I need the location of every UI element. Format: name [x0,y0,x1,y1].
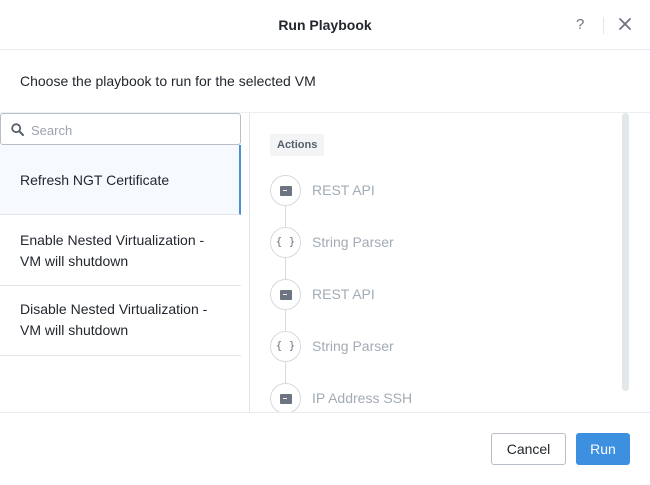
search-box[interactable] [0,113,241,145]
action-step: REST API [270,175,570,207]
action-step-node [270,383,301,412]
dialog-subtitle: Choose the playbook to run for the selec… [20,73,316,89]
dialog-header: Run Playbook ? [0,0,650,50]
terminal-icon [280,186,292,196]
action-step-node [270,175,301,206]
playbook-item-label: Disable Nested Virtualization - VM will … [20,301,208,338]
action-step: { } String Parser [270,227,570,259]
terminal-icon [280,394,292,404]
close-icon[interactable] [617,16,633,32]
action-step-label: IP Address SSH [312,390,413,406]
action-step-label: REST API [312,182,375,198]
action-step: IP Address SSH [270,383,570,412]
search-icon [11,123,24,136]
action-step-node: { } [270,227,301,258]
run-playbook-dialog: Run Playbook ? Choose the playbook to ru… [0,0,650,485]
run-button[interactable]: Run [576,433,630,465]
playbook-list-panel: Refresh NGT Certificate Enable Nested Vi… [0,113,241,412]
action-step: REST API [270,279,570,311]
braces-icon: { } [275,339,296,352]
search-input[interactable] [31,120,231,140]
braces-icon: { } [275,235,296,248]
header-separator [603,17,604,34]
action-step-label: REST API [312,286,375,302]
terminal-icon [280,290,292,300]
action-step-node: { } [270,331,301,362]
dialog-title: Run Playbook [278,17,372,33]
action-step-node [270,279,301,310]
actions-panel: Actions REST API { } String Parser REST … [250,113,650,412]
playbook-item-label: Enable Nested Virtualization - VM will s… [20,232,205,269]
playbook-item-refresh-ngt-certificate[interactable]: Refresh NGT Certificate [0,145,241,215]
cancel-button[interactable]: Cancel [491,433,566,465]
action-step-label: String Parser [312,234,394,250]
dialog-footer: Cancel Run [0,412,650,485]
playbook-item-disable-nested-virtualization[interactable]: Disable Nested Virtualization - VM will … [0,286,241,356]
help-icon[interactable]: ? [576,16,584,33]
action-step: { } String Parser [270,331,570,363]
playbook-item-label: Refresh NGT Certificate [20,172,170,188]
playbook-item-enable-nested-virtualization[interactable]: Enable Nested Virtualization - VM will s… [0,215,241,286]
actions-scrollbar[interactable] [622,113,629,391]
actions-header: Actions [270,134,325,156]
action-step-label: String Parser [312,338,394,354]
